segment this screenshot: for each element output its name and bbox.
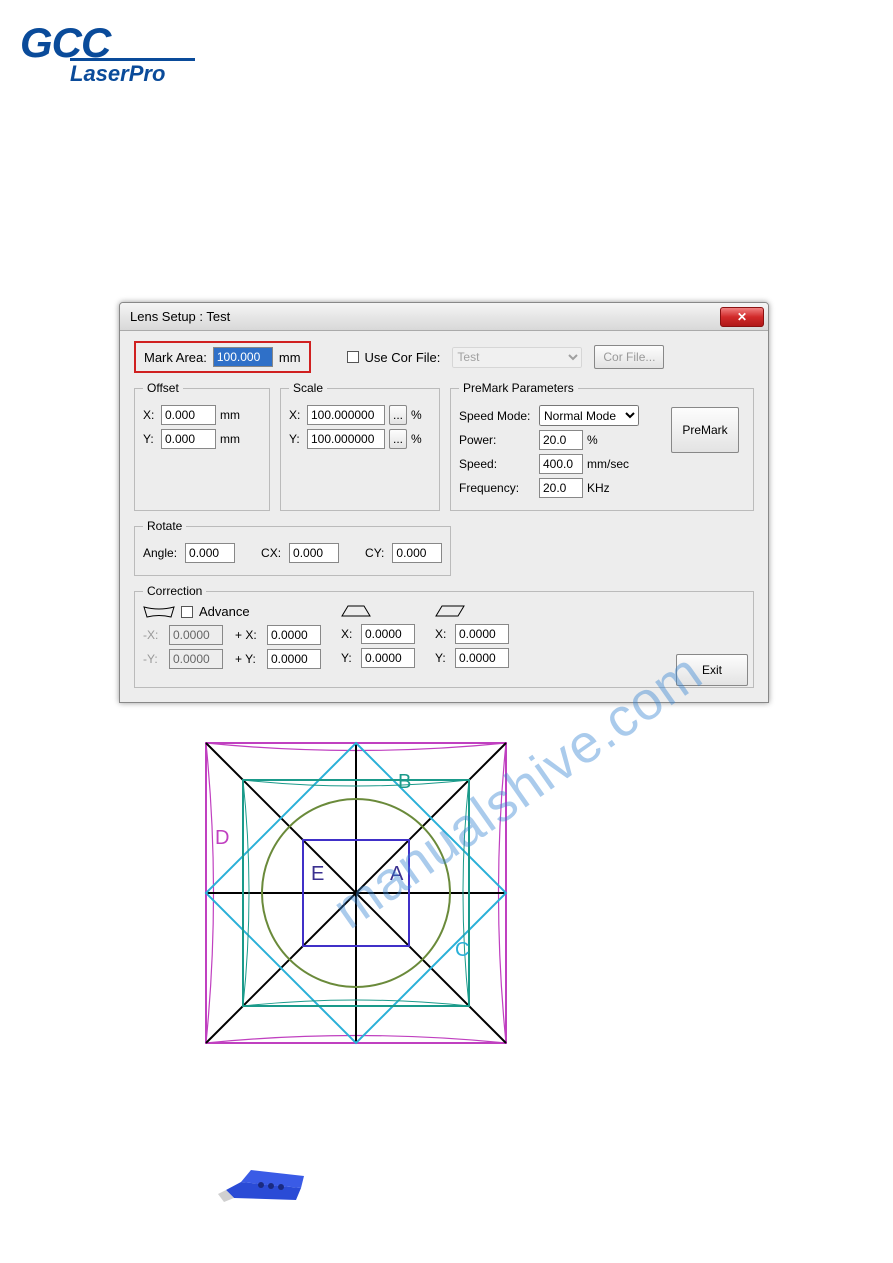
geom-label-c: C [455,939,469,961]
corr3-y-label: Y: [435,651,451,665]
rotate-legend: Rotate [143,519,186,533]
premark-button[interactable]: PreMark [671,407,739,453]
scale-y-label: Y: [289,432,303,446]
corr3-x-label: X: [435,627,451,641]
use-cor-label: Use Cor File: [365,350,441,365]
cx-label: CX: [261,546,281,560]
geometric-diagram: A B C D E [203,740,509,1050]
scale-y-input[interactable] [307,429,385,449]
correction-col2: X: Y: [341,604,415,672]
scale-y-more-button[interactable]: ... [389,429,407,449]
corr-mx-input[interactable] [169,625,223,645]
titlebar: Lens Setup : Test ✕ [120,303,768,331]
geom-label-e: E [311,863,324,885]
speed-unit: mm/sec [587,457,629,471]
offset-legend: Offset [143,381,183,395]
scale-x-label: X: [289,408,303,422]
corr-py-label: + Y: [235,652,263,666]
freq-input[interactable] [539,478,583,498]
geom-label-b: B [398,771,411,793]
rotate-group: Rotate Angle: CX: CY: [134,519,451,576]
corr3-y-input[interactable] [455,648,509,668]
cor-file-select[interactable]: Test [452,347,582,368]
advance-label: Advance [199,604,250,619]
geom-label-a: A [390,863,404,885]
use-cor-checkbox[interactable] [347,351,359,363]
mark-area-label: Mark Area: [144,350,207,365]
offset-group: Offset X: mm Y: mm [134,381,270,511]
scale-y-unit: % [411,432,422,446]
corr2-x-label: X: [341,627,357,641]
angle-input[interactable] [185,543,235,563]
cy-label: CY: [365,546,384,560]
dialog-body: Mark Area: mm Use Cor File: Test Cor Fil… [120,331,768,702]
power-unit: % [587,433,598,447]
mark-area-input[interactable] [213,347,273,367]
corr-mx-label: -X: [143,628,165,642]
corr-my-input[interactable] [169,649,223,669]
mark-area-group: Mark Area: mm [134,341,311,373]
offset-y-unit: mm [220,432,240,446]
corr2-x-input[interactable] [361,624,415,644]
corr3-x-input[interactable] [455,624,509,644]
device-image [216,1150,306,1210]
logo-sub: LaserPro [70,61,195,87]
parallelogram-icon [435,604,465,618]
corr-px-input[interactable] [267,625,321,645]
cx-input[interactable] [289,543,339,563]
correction-group: Correction Advance -X: + X: [134,584,754,688]
scale-x-more-button[interactable]: ... [389,405,407,425]
scale-x-input[interactable] [307,405,385,425]
corr-my-label: -Y: [143,652,165,666]
freq-unit: KHz [587,481,610,495]
geom-label-d: D [215,827,229,849]
lens-setup-dialog: Lens Setup : Test ✕ Mark Area: mm Use Co… [119,302,769,703]
correction-legend: Correction [143,584,206,598]
cor-file-button[interactable]: Cor File... [594,345,664,369]
logo: GCC LaserPro [20,24,195,87]
scale-x-unit: % [411,408,422,422]
speedmode-select[interactable]: Normal Mode [539,405,639,426]
advance-checkbox[interactable] [181,606,193,618]
speed-label: Speed: [459,457,535,471]
corr2-y-label: Y: [341,651,357,665]
corr-px-label: + X: [235,628,263,642]
cy-input[interactable] [392,543,442,563]
premark-group: PreMark Parameters Speed Mode: Normal Mo… [450,381,754,511]
corr2-y-input[interactable] [361,648,415,668]
mark-area-unit: mm [279,350,301,365]
correction-col1: Advance -X: + X: -Y: + Y: [143,604,321,673]
power-input[interactable] [539,430,583,450]
offset-x-label: X: [143,408,157,422]
offset-y-label: Y: [143,432,157,446]
dialog-title: Lens Setup : Test [130,309,230,324]
logo-main: GCC [20,24,195,62]
angle-label: Angle: [143,546,177,560]
top-row: Mark Area: mm Use Cor File: Test Cor Fil… [134,341,754,373]
offset-x-unit: mm [220,408,240,422]
offset-x-input[interactable] [161,405,216,425]
speedmode-label: Speed Mode: [459,409,535,423]
corr-py-input[interactable] [267,649,321,669]
power-label: Power: [459,433,535,447]
row-offset-scale-premark: Offset X: mm Y: mm Scale X: ... [134,381,754,511]
scale-group: Scale X: ... % Y: ... % [280,381,440,511]
scale-legend: Scale [289,381,327,395]
correction-col3: X: Y: [435,604,509,672]
close-button[interactable]: ✕ [720,307,764,327]
premark-legend: PreMark Parameters [459,381,578,395]
exit-button[interactable]: Exit [676,654,748,686]
freq-label: Frequency: [459,481,535,495]
barrel-icon [143,605,175,619]
trapezoid-icon [341,604,371,618]
offset-y-input[interactable] [161,429,216,449]
speed-input[interactable] [539,454,583,474]
